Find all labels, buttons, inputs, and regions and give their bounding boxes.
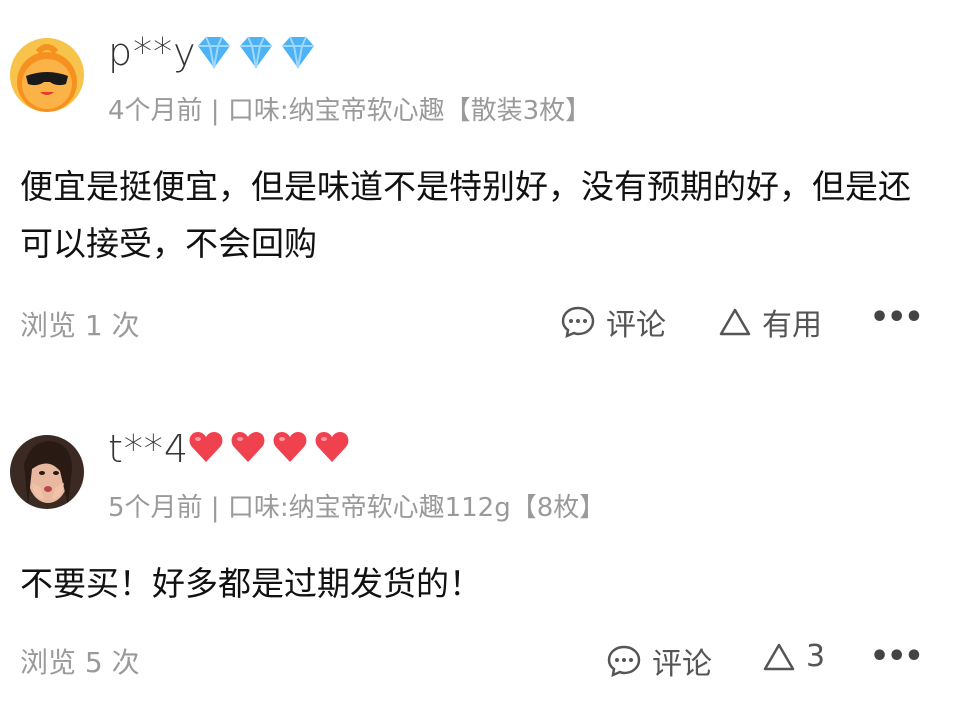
useful-count: 3: [806, 639, 826, 674]
review-item: p**y 4个月前 | 口味:纳宝帝软心趣【散装3枚】 便宜是挺便宜，但是味道不…: [0, 0, 960, 380]
review-item: t**4 5个月前 | 口味:纳宝帝软心趣112g【8枚】 不要买！好多都是过期…: [0, 395, 960, 724]
user-photo-icon: [10, 435, 84, 509]
heart-icon: [273, 432, 307, 462]
level-badges: [194, 32, 318, 72]
review-text: 便宜是挺便宜，但是味道不是特别好，没有预期的好，但是还可以接受，不会回购: [20, 167, 911, 263]
heart-icon: [189, 432, 223, 462]
useful-label: 有用: [762, 308, 822, 343]
level-badges: [186, 427, 352, 467]
diamond-icon: [282, 36, 314, 69]
avatar[interactable]: [10, 435, 84, 509]
avatar[interactable]: [10, 38, 84, 112]
triangle-up-icon: [763, 643, 795, 670]
more-button[interactable]: •••: [870, 300, 924, 335]
view-count: 浏览 1 次: [20, 309, 140, 342]
comment-label: 评论: [652, 647, 712, 682]
review-text: 不要买！好多都是过期发货的！: [20, 564, 482, 603]
review-meta: 5个月前 | 口味:纳宝帝软心趣112g【8枚】: [108, 493, 606, 523]
comment-label: 评论: [606, 308, 666, 343]
diamond-icon: [240, 36, 272, 69]
triangle-up-icon: [719, 308, 751, 336]
review-meta: 4个月前 | 口味:纳宝帝软心趣【散装3枚】: [108, 96, 592, 126]
comment-icon: [607, 645, 641, 678]
view-count: 浏览 5 次: [20, 646, 140, 679]
cartoon-avatar-icon: [10, 38, 84, 112]
username[interactable]: p**y: [108, 30, 197, 74]
comment-button[interactable]: 评论: [560, 300, 666, 344]
useful-button[interactable]: 有用: [718, 300, 822, 344]
useful-button[interactable]: 3: [762, 639, 825, 674]
username[interactable]: t**4: [108, 427, 189, 471]
diamond-icon: [198, 36, 230, 69]
heart-icon: [315, 432, 349, 462]
more-button[interactable]: •••: [870, 639, 924, 674]
heart-icon: [231, 432, 265, 462]
comment-button[interactable]: 评论: [606, 639, 712, 683]
comment-icon: [561, 306, 595, 339]
